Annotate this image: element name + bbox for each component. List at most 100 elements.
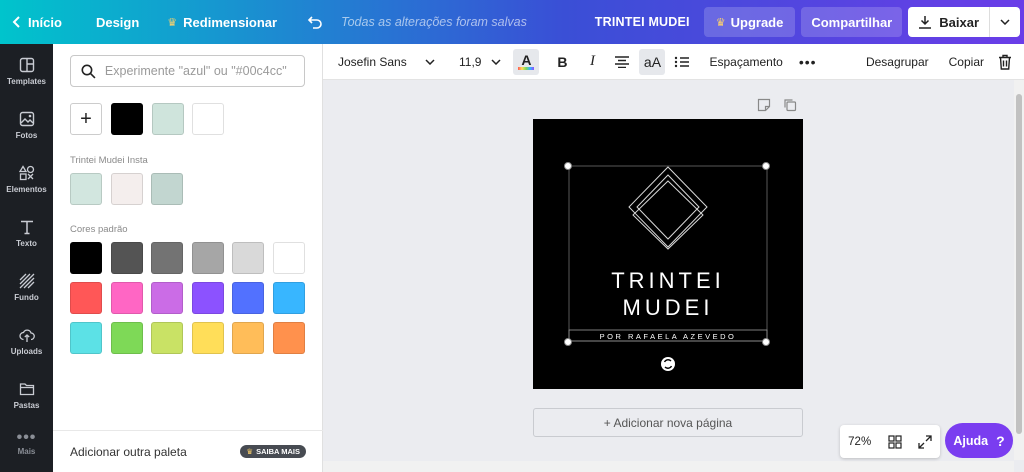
color-swatch[interactable] bbox=[151, 242, 183, 274]
download-label: Baixar bbox=[939, 14, 979, 30]
palette-footer: Adicionar outra paleta ♛ SAIBA MAIS bbox=[53, 430, 323, 472]
design-page[interactable]: TRINTEI MUDEI POR RAFAELA AZEVEDO bbox=[533, 119, 803, 389]
color-swatch[interactable] bbox=[111, 103, 143, 135]
more-options-button[interactable]: ••• bbox=[799, 44, 817, 80]
add-page-label: + Adicionar nova página bbox=[603, 415, 733, 430]
design-subtitle[interactable]: POR RAFAELA AZEVEDO bbox=[570, 332, 766, 341]
color-swatch[interactable] bbox=[272, 282, 305, 314]
fullscreen-icon[interactable] bbox=[918, 434, 932, 449]
color-swatch[interactable] bbox=[151, 173, 183, 205]
share-button[interactable]: Compartilhar bbox=[801, 7, 903, 37]
color-swatch[interactable] bbox=[110, 282, 143, 314]
project-title[interactable]: TRINTEI MUDEI bbox=[595, 15, 690, 29]
color-swatch[interactable] bbox=[110, 242, 143, 274]
italic-button[interactable]: I bbox=[579, 49, 605, 75]
help-button[interactable]: Ajuda ? bbox=[945, 423, 1013, 458]
design-menu-button[interactable]: Design bbox=[86, 0, 149, 44]
rail-item-folders[interactable]: Pastas bbox=[0, 368, 53, 422]
learn-more-badge[interactable]: ♛ SAIBA MAIS bbox=[240, 445, 306, 458]
download-options-button[interactable] bbox=[990, 7, 1020, 37]
color-swatch[interactable] bbox=[110, 322, 143, 354]
color-swatch[interactable] bbox=[272, 322, 305, 354]
rail-item-elements[interactable]: Elementos bbox=[0, 152, 53, 206]
letter-case-icon: aA bbox=[643, 53, 662, 70]
share-label: Compartilhar bbox=[811, 14, 893, 30]
photo-icon bbox=[19, 111, 34, 126]
resize-handle-top-right[interactable] bbox=[762, 162, 770, 170]
horizontal-scrollbar[interactable] bbox=[323, 461, 1014, 472]
resize-handle-bottom-left[interactable] bbox=[564, 338, 572, 346]
help-label: Ajuda bbox=[953, 433, 989, 448]
design-title-line2[interactable]: MUDEI bbox=[533, 295, 803, 321]
rail-item-photos[interactable]: Fotos bbox=[0, 98, 53, 152]
save-status: Todas as alterações foram salvas bbox=[341, 15, 527, 29]
color-swatch[interactable] bbox=[232, 322, 264, 354]
color-swatch[interactable] bbox=[232, 282, 264, 314]
duplicate-page-icon[interactable] bbox=[783, 98, 797, 112]
rail-item-uploads[interactable]: Uploads bbox=[0, 314, 53, 368]
color-swatch[interactable] bbox=[232, 242, 264, 274]
download-button[interactable]: Baixar bbox=[908, 7, 1020, 37]
add-color-button[interactable]: + bbox=[70, 103, 102, 135]
font-name: Josefin Sans bbox=[338, 54, 407, 69]
add-palette-link[interactable]: Adicionar outra paleta bbox=[70, 445, 187, 459]
rail-item-templates[interactable]: Templates bbox=[0, 44, 53, 98]
text-color-button[interactable]: A bbox=[513, 48, 540, 75]
color-swatch[interactable] bbox=[272, 242, 305, 274]
color-swatch[interactable] bbox=[70, 322, 102, 354]
diamond-logo[interactable] bbox=[533, 119, 803, 389]
zoom-level[interactable]: 72% bbox=[848, 436, 871, 448]
color-swatch[interactable] bbox=[70, 242, 102, 274]
background-pattern-icon bbox=[19, 273, 34, 288]
font-size-selector[interactable]: 11,9 bbox=[443, 44, 501, 80]
rail-item-more[interactable]: ••• Mais bbox=[0, 422, 53, 466]
ungroup-label: Desagrupar bbox=[865, 54, 929, 69]
spacing-button[interactable]: Espaçamento bbox=[709, 44, 782, 80]
color-swatch[interactable] bbox=[191, 282, 224, 314]
vertical-scrollbar[interactable] bbox=[1014, 80, 1024, 460]
zoom-controls: 72% bbox=[840, 425, 940, 458]
delete-button[interactable] bbox=[998, 44, 1012, 80]
home-button[interactable]: Início bbox=[0, 0, 72, 44]
resize-button[interactable]: ♛ Redimensionar bbox=[157, 0, 287, 44]
scrollbar-thumb[interactable] bbox=[1016, 94, 1022, 434]
copy-button[interactable]: Copiar bbox=[949, 44, 984, 80]
color-swatch[interactable] bbox=[70, 173, 102, 205]
ungroup-button[interactable]: Desagrupar bbox=[866, 44, 929, 80]
upgrade-button[interactable]: ♛ Upgrade bbox=[703, 7, 796, 37]
chevron-down-icon bbox=[425, 58, 435, 65]
resize-handle-top-left[interactable] bbox=[564, 162, 572, 170]
color-search[interactable] bbox=[70, 55, 305, 87]
letter-case-button[interactable]: aA bbox=[639, 48, 666, 75]
list-button[interactable] bbox=[669, 49, 695, 75]
color-swatch[interactable] bbox=[151, 282, 183, 314]
page-note-icon[interactable] bbox=[757, 98, 771, 112]
crown-icon: ♛ bbox=[167, 16, 178, 29]
rail-label: Fotos bbox=[15, 130, 38, 140]
bold-button[interactable]: B bbox=[549, 49, 575, 75]
rail-item-text[interactable]: Texto bbox=[0, 206, 53, 260]
color-swatch[interactable] bbox=[70, 282, 102, 314]
spacing-label: Espaçamento bbox=[709, 54, 783, 69]
color-swatch[interactable] bbox=[151, 322, 183, 354]
grid-view-icon[interactable] bbox=[887, 434, 902, 449]
cloud-upload-icon bbox=[18, 328, 35, 342]
color-swatch[interactable] bbox=[110, 173, 143, 205]
color-swatch[interactable] bbox=[191, 242, 224, 274]
color-swatch[interactable] bbox=[192, 103, 224, 135]
color-swatch[interactable] bbox=[151, 103, 184, 135]
color-swatch[interactable] bbox=[191, 322, 224, 354]
undo-button[interactable] bbox=[297, 0, 333, 44]
rail-label: Pastas bbox=[13, 400, 40, 410]
rail-item-background[interactable]: Fundo bbox=[0, 260, 53, 314]
italic-icon: I bbox=[589, 53, 595, 69]
color-search-input[interactable] bbox=[104, 64, 294, 78]
font-selector[interactable]: Josefin Sans bbox=[323, 44, 443, 80]
add-page-button[interactable]: + Adicionar nova página bbox=[533, 408, 803, 437]
resize-handle-bottom-right[interactable] bbox=[762, 338, 770, 346]
align-center-button[interactable] bbox=[609, 49, 635, 75]
align-center-icon bbox=[615, 55, 630, 68]
design-title-line1[interactable]: TRINTEI bbox=[533, 268, 803, 294]
download-main[interactable]: Baixar bbox=[908, 7, 990, 37]
top-bar: Início Design ♛ Redimensionar Todas as a… bbox=[0, 0, 1024, 44]
